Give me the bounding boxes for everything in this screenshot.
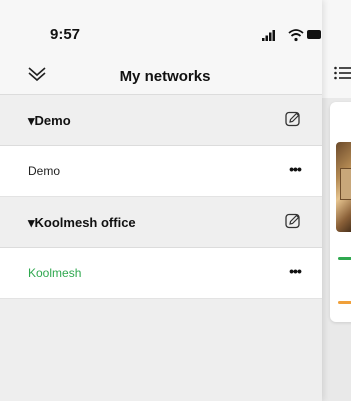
network-row-koolmesh[interactable]: Koolmesh •••: [0, 248, 322, 299]
status-icons: [262, 29, 321, 42]
double-chevron-down-icon[interactable]: [28, 66, 46, 82]
page-title: My networks: [119, 68, 211, 85]
networks-panel: 9:57 My networks ▾Demo Demo ••• ▾Koolmes…: [0, 0, 322, 401]
room-photo: [336, 142, 351, 232]
panel-header: My networks: [0, 48, 322, 95]
network-name: Demo: [28, 164, 61, 178]
more-options-button[interactable]: •••: [286, 162, 304, 176]
network-row-demo[interactable]: Demo •••: [0, 146, 322, 197]
battery-icon: [307, 30, 321, 39]
group-header-koolmesh-office[interactable]: ▾Koolmesh office: [0, 197, 322, 248]
background-topbar: [322, 0, 351, 98]
group-title: ▾Koolmesh office: [28, 215, 136, 230]
signal-icon: [262, 30, 275, 41]
edit-icon[interactable]: [285, 213, 301, 229]
orange-status-line: [338, 301, 351, 304]
wifi-icon: [288, 29, 304, 42]
status-bar: 9:57: [0, 0, 322, 48]
background-app: [322, 0, 351, 401]
edit-icon[interactable]: [285, 111, 301, 127]
more-options-button[interactable]: •••: [286, 264, 304, 278]
green-status-line: [338, 257, 351, 260]
list-menu-icon[interactable]: [334, 66, 351, 80]
group-header-demo[interactable]: ▾Demo: [0, 95, 322, 146]
network-name-active: Koolmesh: [28, 266, 82, 280]
status-time: 9:57: [50, 26, 81, 43]
group-title: ▾Demo: [28, 113, 71, 128]
